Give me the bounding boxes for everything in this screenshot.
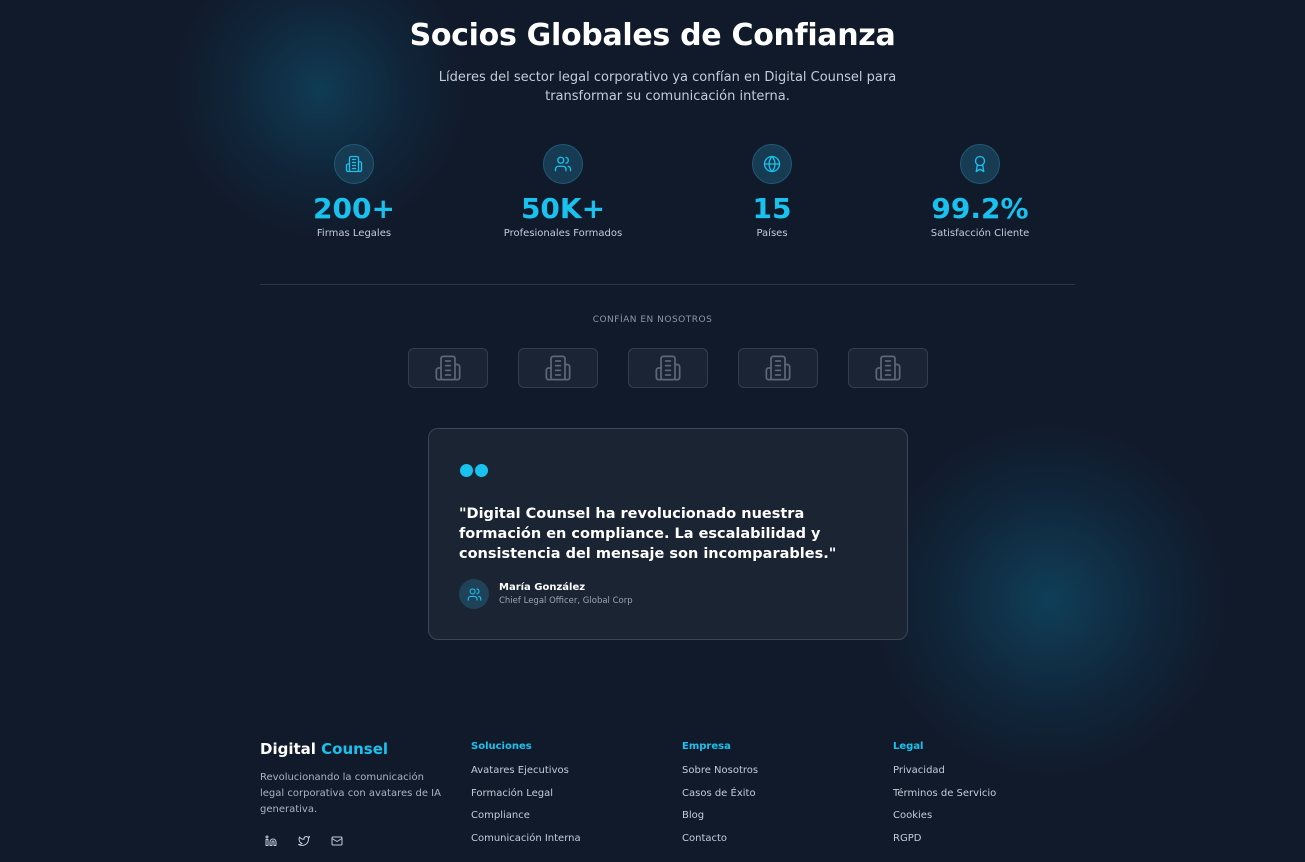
building-icon — [435, 355, 461, 381]
trust-label: CONFÍAN EN NOSOTROS — [592, 315, 713, 325]
stat-label: Firmas Legales — [316, 228, 392, 239]
partner-logo — [408, 348, 488, 388]
stat-value: 200+ — [313, 192, 395, 225]
author-role: Chief Legal Officer, Global Corp — [499, 596, 633, 606]
footer-column-title: Legal — [893, 741, 924, 752]
footer-link[interactable]: Compliance — [471, 805, 581, 828]
footer-link[interactable]: Sobre Nosotros — [682, 760, 758, 783]
brand-accent: Counsel — [321, 740, 389, 758]
building-icon — [765, 355, 791, 381]
footer-column-soluciones: Soluciones Avatares Ejecutivos Formación… — [471, 741, 581, 850]
footer-column-legal: Legal Privacidad Términos de Servicio Co… — [893, 741, 996, 850]
users-icon — [467, 587, 481, 601]
twitter-icon[interactable] — [296, 833, 311, 848]
footer-link[interactable]: Términos de Servicio — [893, 783, 996, 806]
quote-icon — [460, 464, 488, 477]
stat-label: Profesionales Formados — [503, 228, 623, 239]
footer-link[interactable]: Cookies — [893, 805, 996, 828]
footer-brand[interactable]: Digital Counsel — [260, 740, 388, 758]
stat-firms: 200+ Firmas Legales — [254, 144, 454, 239]
stat-label: Satisfacción Cliente — [930, 228, 1030, 239]
footer-column-title: Soluciones — [471, 741, 532, 752]
award-icon — [960, 144, 1000, 184]
footer-link[interactable]: Casos de Éxito — [682, 783, 758, 806]
footer-description: Revolucionando la comunicación legal cor… — [260, 772, 441, 815]
footer-link[interactable]: Blog — [682, 805, 758, 828]
building-icon — [875, 355, 901, 381]
linkedin-icon[interactable] — [263, 833, 278, 848]
section-title: Socios Globales de Confianza — [409, 18, 896, 53]
mail-icon[interactable] — [329, 833, 344, 848]
partner-logo — [848, 348, 928, 388]
stat-value: 99.2% — [931, 192, 1029, 225]
brand-main: Digital — [260, 740, 316, 758]
stat-satisfaction: 99.2% Satisfacción Cliente — [880, 144, 1080, 239]
section-subtitle: Líderes del sector legal corporativo ya … — [438, 70, 897, 104]
footer-link[interactable]: Comunicación Interna — [471, 828, 581, 851]
background-glow — [870, 420, 1230, 780]
stat-professionals: 50K+ Profesionales Formados — [463, 144, 663, 239]
building-icon — [545, 355, 571, 381]
building-icon — [334, 144, 374, 184]
globe-icon — [752, 144, 792, 184]
footer-link[interactable]: Avatares Ejecutivos — [471, 760, 581, 783]
stat-value: 50K+ — [520, 192, 606, 225]
section-divider — [260, 284, 1075, 285]
partner-logo — [738, 348, 818, 388]
partner-logo — [518, 348, 598, 388]
footer-link[interactable]: Privacidad — [893, 760, 996, 783]
social-links — [263, 833, 344, 848]
users-icon — [543, 144, 583, 184]
footer-link[interactable]: Contacto — [682, 828, 758, 851]
avatar — [459, 579, 489, 609]
footer-column-empresa: Empresa Sobre Nosotros Casos de Éxito Bl… — [682, 741, 758, 850]
testimonial-quote: "Digital Counsel ha revolucionado nuestr… — [459, 506, 837, 562]
stat-countries: 15 Países — [672, 144, 872, 239]
building-icon — [655, 355, 681, 381]
author-name: María González — [499, 582, 586, 593]
footer-column-title: Empresa — [682, 741, 731, 752]
footer-link[interactable]: Formación Legal — [471, 783, 581, 806]
stat-label: Países — [756, 228, 788, 239]
partner-logo — [628, 348, 708, 388]
footer-link[interactable]: RGPD — [893, 828, 996, 851]
stat-value: 15 — [752, 192, 792, 225]
testimonial-card: "Digital Counsel ha revolucionado nuestr… — [428, 428, 908, 640]
